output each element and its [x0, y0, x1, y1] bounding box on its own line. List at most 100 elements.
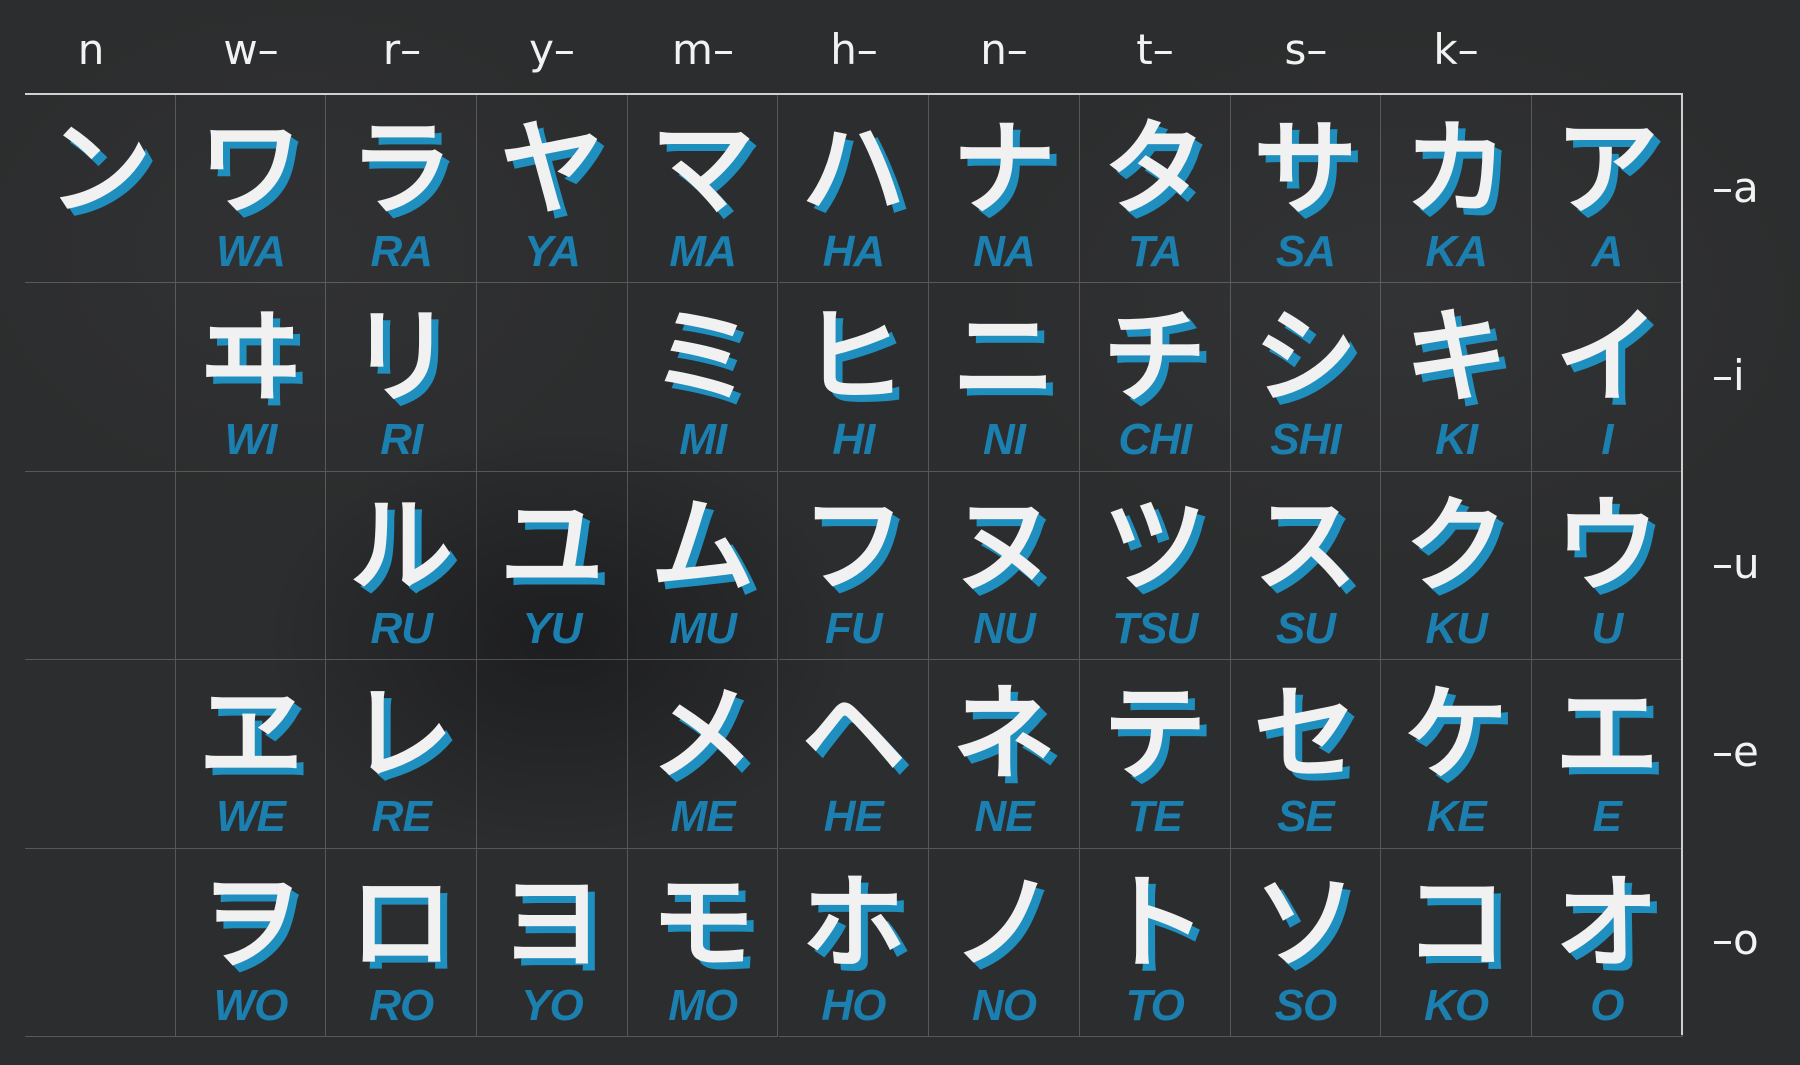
- kana-character: ユ: [499, 484, 604, 607]
- kana-cell: フ FU: [778, 471, 930, 661]
- romaji-label: YA: [524, 227, 581, 276]
- romaji-label: KO: [1424, 980, 1489, 1030]
- kana-character: フ: [801, 484, 906, 607]
- kana-cell: ン: [25, 95, 176, 284]
- kana-cell: セ SE: [1230, 660, 1382, 849]
- kana-cell: コ KO: [1381, 848, 1532, 1037]
- column-header-k: k–: [1433, 25, 1479, 74]
- kana-cell: ユ YU: [477, 471, 628, 661]
- romaji-label: MO: [668, 980, 738, 1030]
- column-header-r: r–: [382, 25, 422, 74]
- kana-cell: ニ NI: [929, 283, 1080, 472]
- romaji-label: O: [1590, 980, 1624, 1030]
- row-header-a: –a: [1712, 163, 1759, 212]
- kana-cell: [25, 848, 176, 1037]
- romaji-label: KU: [1425, 603, 1488, 653]
- column-header-h: h–: [830, 25, 878, 74]
- kana-cell: ヰ WI: [175, 283, 327, 472]
- kana-character: ミ: [650, 296, 755, 419]
- kana-character: ア: [1554, 108, 1659, 230]
- kana-character: サ: [1253, 108, 1358, 230]
- kana-character: ツ: [1102, 484, 1207, 607]
- kana-cell: ク KU: [1381, 471, 1532, 661]
- romaji-label: NI: [983, 415, 1026, 465]
- kana-cell: ウU: [1532, 471, 1683, 661]
- romaji-label: E: [1592, 792, 1622, 842]
- kana-cell: ヤ YA: [477, 95, 628, 284]
- romaji-label: RI: [380, 415, 423, 465]
- row-header-o: –o: [1712, 915, 1759, 964]
- romaji-label: RO: [369, 980, 434, 1030]
- kana-character: ハ: [801, 108, 906, 230]
- kana-character: ソ: [1253, 861, 1358, 984]
- kana-character: シ: [1253, 296, 1358, 419]
- kana-cell: ホ HO: [778, 848, 930, 1037]
- kana-character: オ: [1554, 861, 1659, 984]
- kana-character: リ: [349, 296, 454, 419]
- kana-cell: ヘ HE: [778, 660, 930, 849]
- romaji-label: HI: [832, 415, 875, 465]
- column-header-m: m–: [672, 25, 734, 74]
- romaji-label: YO: [521, 980, 584, 1030]
- kana-character: タ: [1102, 108, 1207, 230]
- kana-cell: マ MA: [627, 95, 779, 284]
- romaji-label: HE: [823, 792, 884, 842]
- kana-cell: ネ NE: [929, 660, 1080, 849]
- romaji-label: RA: [370, 227, 433, 276]
- kana-cell: [477, 660, 628, 849]
- kana-character: ン: [47, 108, 152, 230]
- romaji-label: SA: [1275, 227, 1336, 276]
- kana-character: ヨ: [499, 861, 604, 984]
- kana-cell: ナ NA: [929, 95, 1080, 284]
- kana-character: キ: [1404, 296, 1509, 419]
- row-header-i: –i: [1712, 351, 1745, 400]
- kana-character: セ: [1253, 673, 1358, 796]
- romaji-label: MI: [679, 415, 727, 465]
- kana-character: メ: [650, 673, 755, 796]
- row-header-e: –e: [1712, 727, 1759, 776]
- kana-character: ヱ: [198, 673, 303, 796]
- kana-cell: ケ KE: [1381, 660, 1532, 849]
- kana-cell: タ TA: [1079, 95, 1231, 284]
- romaji-label: KI: [1435, 415, 1478, 465]
- katakana-grid: ンワ WA ラ RA ヤ YA マ MA ハ HA ナ NA タ TA サ SA カ KA ア A ヰ WI リ RI ミ MI ヒ…: [25, 93, 1683, 1037]
- kana-character: ネ: [952, 673, 1057, 796]
- romaji-label: WA: [216, 227, 286, 276]
- kana-character: レ: [349, 673, 454, 796]
- romaji-label: MA: [669, 227, 736, 276]
- column-header-s: s–: [1284, 25, 1328, 74]
- kana-character: ク: [1404, 484, 1509, 607]
- kana-character: ヌ: [952, 484, 1057, 607]
- romaji-label: NA: [973, 227, 1036, 276]
- romaji-label: ME: [670, 792, 736, 842]
- kana-cell: [25, 660, 176, 849]
- kana-character: コ: [1404, 861, 1509, 984]
- column-header-t: t–: [1136, 25, 1174, 74]
- kana-cell: カ KA: [1381, 95, 1532, 284]
- kana-cell: [25, 283, 176, 472]
- kana-cell: ラ RA: [326, 95, 478, 284]
- kana-character: ナ: [952, 108, 1057, 230]
- kana-cell: ソ SO: [1230, 848, 1382, 1037]
- kana-character: ラ: [349, 108, 454, 230]
- kana-character: ヘ: [801, 673, 906, 796]
- kana-cell: ミ MI: [627, 283, 779, 472]
- romaji-label: SE: [1277, 792, 1335, 842]
- romaji-label: NE: [974, 792, 1034, 842]
- romaji-label: SO: [1274, 980, 1338, 1030]
- romaji-label: NO: [972, 980, 1037, 1030]
- romaji-label: SHI: [1270, 415, 1341, 465]
- kana-cell: ロ RO: [326, 848, 478, 1037]
- kana-cell: ツ TSU: [1079, 471, 1231, 661]
- kana-character: エ: [1554, 673, 1659, 796]
- column-header-w: w–: [223, 25, 279, 74]
- kana-character: ヤ: [499, 108, 604, 230]
- kana-cell: ハ HA: [778, 95, 930, 284]
- kana-character: カ: [1404, 108, 1509, 230]
- kana-cell: アA: [1532, 95, 1683, 284]
- romaji-label: TO: [1125, 980, 1185, 1030]
- kana-character: ヰ: [198, 296, 303, 419]
- kana-character: チ: [1102, 296, 1207, 419]
- kana-character: ノ: [952, 861, 1057, 984]
- kana-character: ロ: [349, 861, 454, 984]
